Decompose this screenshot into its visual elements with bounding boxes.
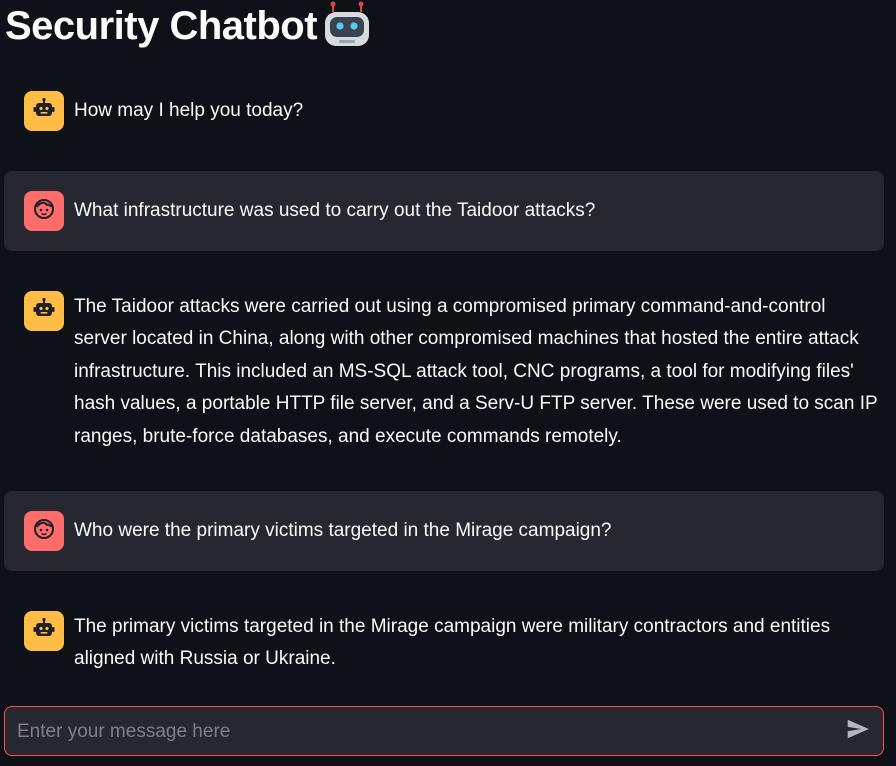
- send-button[interactable]: [843, 716, 873, 746]
- bot-icon: [32, 297, 56, 326]
- chat-message-user: Who were the primary victims targeted in…: [4, 491, 884, 571]
- message-text: What infrastructure was used to carry ou…: [74, 200, 596, 221]
- chat-message-user: What infrastructure was used to carry ou…: [4, 171, 884, 251]
- chat-input[interactable]: [15, 707, 819, 757]
- user-face-icon: [32, 517, 56, 546]
- chat-message-assistant: The Taidoor attacks were carried out usi…: [4, 279, 884, 459]
- page-title: Security Chatbot: [5, 4, 318, 48]
- message-text: Who were the primary victims targeted in…: [74, 520, 612, 541]
- user-face-icon: [32, 197, 56, 226]
- chat-message-assistant: How may I help you today?: [4, 79, 884, 143]
- bot-icon: [32, 617, 56, 646]
- message-text: The primary victims targeted in the Mira…: [74, 616, 831, 670]
- page-header: Security Chatbot: [5, 0, 373, 52]
- bot-avatar: [24, 291, 64, 331]
- bot-avatar: [24, 91, 64, 131]
- user-avatar: [24, 511, 64, 551]
- chat-input-container: [4, 706, 884, 757]
- chat-message-assistant: The primary victims targeted in the Mira…: [4, 599, 884, 683]
- send-icon: [845, 716, 871, 747]
- message-text: How may I help you today?: [74, 100, 304, 121]
- message-text: The Taidoor attacks were carried out usi…: [74, 296, 878, 447]
- chat-page: Security Chatbot How may I help you toda…: [0, 0, 896, 766]
- user-avatar: [24, 191, 64, 231]
- robot-face-icon: [321, 0, 373, 52]
- bot-icon: [32, 97, 56, 126]
- bot-avatar: [24, 611, 64, 651]
